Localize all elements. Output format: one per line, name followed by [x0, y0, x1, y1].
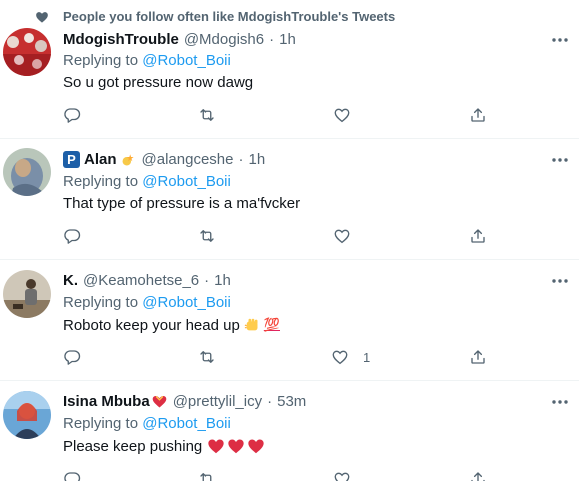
tweet-text: So u got pressure now dawg — [63, 74, 253, 91]
tweet-text-content: Please keep pushing — [63, 437, 203, 455]
separator-dot: · — [238, 151, 244, 168]
share-button[interactable] — [469, 105, 487, 125]
reply-button[interactable] — [63, 469, 81, 481]
user-handle[interactable]: @Keamohetse_6 — [83, 272, 199, 289]
replying-to-label: Replying to — [63, 52, 139, 69]
like-icon — [334, 472, 350, 481]
tweet[interactable]: Isina Mbuba @prettylil_icy · 53m Replyin… — [0, 381, 579, 481]
tweet-text: Roboto keep your head up 💯 — [63, 316, 280, 334]
replying-to-line: Replying to @Robot_Boii — [63, 415, 231, 432]
tweet-actions — [63, 226, 543, 246]
retweet-button[interactable] — [198, 226, 216, 246]
tweet-header: K. @Keamohetse_6 · 1h — [63, 272, 231, 289]
more-options-icon[interactable] — [551, 399, 569, 405]
retweet-button[interactable] — [198, 347, 216, 367]
display-name[interactable]: Alan — [84, 151, 117, 168]
tweet-header: Isina Mbuba @prettylil_icy · 53m — [63, 393, 306, 410]
retweet-button[interactable] — [198, 105, 216, 125]
separator-dot: · — [267, 393, 273, 410]
share-button[interactable] — [469, 347, 487, 367]
heart-ribbon-emoji-icon — [152, 395, 166, 408]
tweet-text: That type of pressure is a ma'fvcker — [63, 195, 300, 212]
share-button[interactable] — [469, 226, 487, 246]
user-handle[interactable]: @prettylil_icy — [173, 393, 262, 410]
timestamp[interactable]: 1h — [214, 272, 231, 289]
like-button[interactable] — [333, 226, 365, 246]
like-icon — [334, 229, 350, 244]
tweet-text: Please keep pushing — [63, 437, 265, 455]
display-name[interactable]: Isina Mbuba — [63, 393, 150, 410]
replying-to-line: Replying to @Robot_Boii — [63, 294, 231, 311]
reply-button[interactable] — [63, 105, 81, 125]
like-button[interactable]: 1 — [331, 347, 370, 367]
tweet-text-content: So u got pressure now dawg — [63, 74, 254, 91]
replying-to-mention[interactable]: @Robot_Boii — [142, 173, 231, 190]
red-heart-emoji-icon — [208, 439, 224, 454]
share-icon — [471, 229, 485, 243]
tweet[interactable]: MdogishTrouble @Mdogish6 · 1h Replying t… — [0, 0, 579, 138]
tweet[interactable]: K. @Keamohetse_6 · 1h Replying to @Robot… — [0, 260, 579, 380]
red-heart-emoji-icon — [228, 439, 244, 454]
retweet-icon — [200, 473, 212, 481]
tweet-text-content: Roboto keep your head up — [63, 316, 240, 334]
separator-dot: · — [269, 31, 275, 48]
parking-badge-icon: P — [63, 151, 80, 168]
replying-to-line: Replying to @Robot_Boii — [63, 173, 231, 190]
tweet-actions — [63, 469, 543, 481]
user-handle[interactable]: @Mdogish6 — [184, 31, 264, 48]
more-options-icon[interactable] — [551, 278, 569, 284]
tweet[interactable]: P Alan @alangceshe · 1h Replying to @Rob… — [0, 139, 579, 259]
retweet-button[interactable] — [198, 469, 216, 481]
tweet-header: MdogishTrouble @Mdogish6 · 1h — [63, 31, 296, 48]
replying-to-mention[interactable]: @Robot_Boii — [142, 415, 231, 432]
replying-to-label: Replying to — [63, 173, 139, 190]
fist-bump-emoji-icon — [244, 318, 258, 331]
replying-to-mention[interactable]: @Robot_Boii — [142, 294, 231, 311]
share-icon — [471, 472, 485, 481]
retweet-icon — [200, 230, 214, 242]
reply-icon — [64, 350, 81, 365]
share-icon — [471, 108, 485, 122]
replying-to-mention[interactable]: @Robot_Boii — [142, 52, 231, 69]
share-button[interactable] — [469, 469, 487, 481]
like-icon — [332, 350, 348, 365]
replying-to-label: Replying to — [63, 415, 139, 432]
reply-icon — [64, 229, 81, 244]
more-options-icon[interactable] — [551, 37, 569, 43]
avatar[interactable] — [3, 270, 51, 318]
avatar[interactable] — [3, 28, 51, 76]
tweet-header: P Alan @alangceshe · 1h — [63, 151, 265, 168]
timestamp[interactable]: 53m — [277, 393, 306, 410]
tweet-actions: 1 — [63, 347, 543, 367]
like-button[interactable] — [333, 105, 365, 125]
retweet-icon — [200, 351, 214, 363]
hundred-emoji: 💯 — [263, 317, 280, 332]
replying-to-line: Replying to @Robot_Boii — [63, 52, 231, 69]
separator-dot: · — [204, 272, 210, 289]
reply-button[interactable] — [63, 347, 81, 367]
tweet-text-content: That type of pressure is a ma'fvcker — [63, 195, 301, 212]
timestamp[interactable]: 1h — [248, 151, 265, 168]
red-heart-emoji-icon — [248, 439, 264, 454]
reply-button[interactable] — [63, 226, 81, 246]
more-options-icon[interactable] — [551, 157, 569, 163]
replying-to-label: Replying to — [63, 294, 139, 311]
like-icon — [334, 108, 350, 123]
timestamp[interactable]: 1h — [279, 31, 296, 48]
avatar[interactable] — [3, 148, 51, 196]
like-count: 1 — [363, 349, 371, 365]
display-name[interactable]: K. — [63, 272, 78, 289]
tweet-actions — [63, 105, 543, 125]
user-handle[interactable]: @alangceshe — [142, 151, 234, 168]
share-icon — [471, 350, 485, 364]
retweet-icon — [200, 109, 214, 121]
avatar[interactable] — [3, 391, 51, 439]
like-button[interactable] — [333, 469, 365, 481]
dizzy-emoji-icon — [122, 154, 134, 166]
reply-icon — [64, 108, 81, 123]
reply-icon — [64, 472, 81, 481]
display-name[interactable]: MdogishTrouble — [63, 31, 179, 48]
